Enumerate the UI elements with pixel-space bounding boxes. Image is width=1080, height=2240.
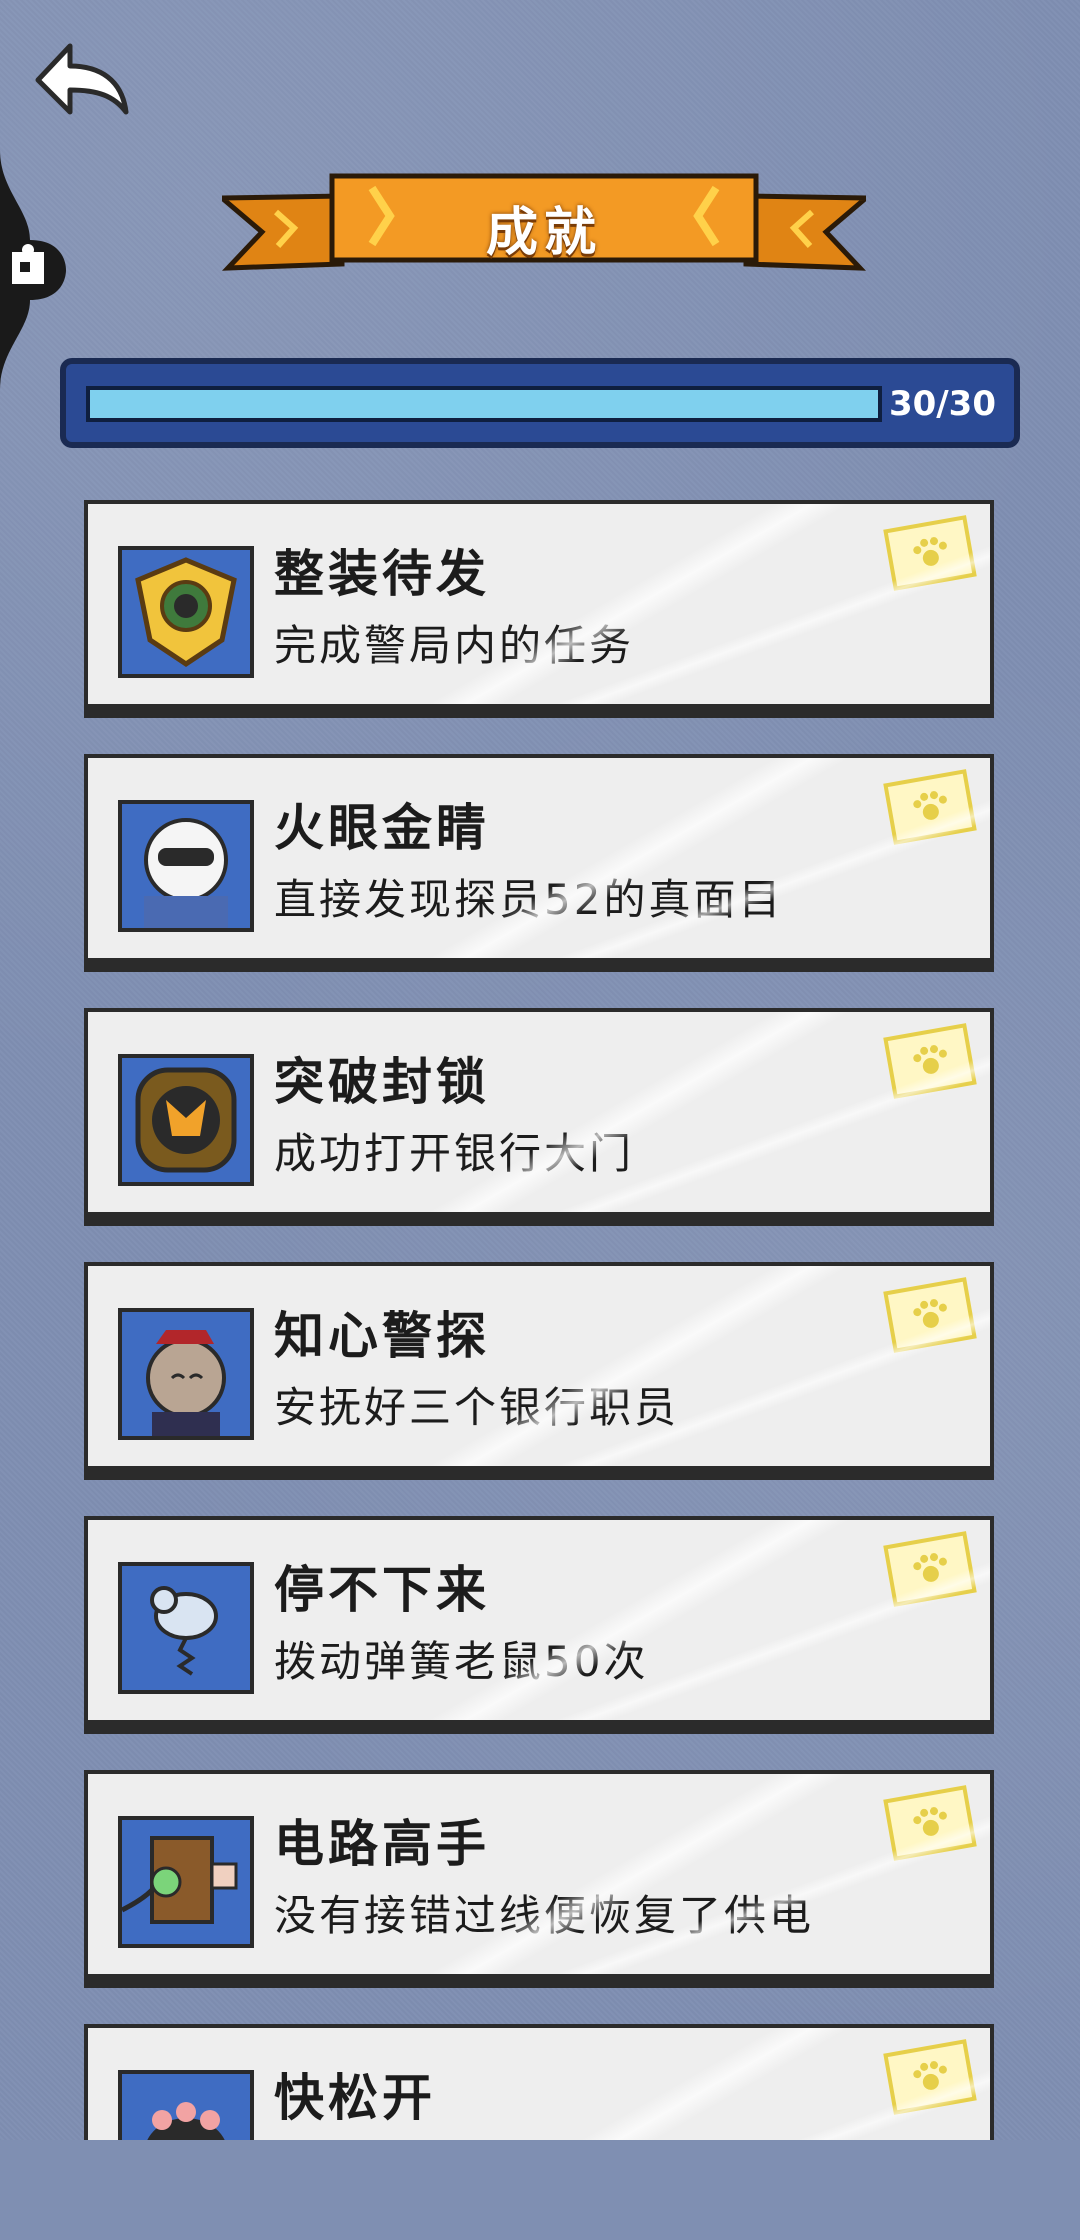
side-puzzle-tab[interactable] xyxy=(0,150,70,390)
reward-ticket-icon xyxy=(883,1531,977,1607)
achievement-title: 整装待发 xyxy=(274,545,490,603)
reward-ticket-icon xyxy=(883,2039,977,2115)
achievement-card[interactable]: 快松开 xyxy=(84,2024,994,2140)
paw-icon xyxy=(913,2061,947,2090)
achievement-title: 快松开 xyxy=(274,2069,436,2127)
achievement-description: 没有接错过线便恢复了供电 xyxy=(274,1891,815,1940)
achievement-card[interactable]: 突破封锁 成功打开银行大门 xyxy=(84,1008,994,1216)
sunglasses-officer-icon xyxy=(118,800,254,932)
achievement-description: 安抚好三个银行职员 xyxy=(274,1383,680,1432)
achievement-progress-bar: 30/30 xyxy=(60,358,1020,448)
title-ribbon: 成就 xyxy=(222,168,866,286)
reward-ticket-icon xyxy=(883,769,977,845)
achievement-card[interactable]: 停不下来 拨动弹簧老鼠50次 xyxy=(84,1516,994,1724)
bank-door-icon xyxy=(118,1054,254,1186)
achievement-title: 停不下来 xyxy=(274,1561,490,1619)
spring-mouse-icon xyxy=(118,1562,254,1694)
paw-icon xyxy=(913,1807,947,1836)
achievement-title: 火眼金睛 xyxy=(274,799,490,857)
paw-icon xyxy=(913,791,947,820)
cat-clerk-icon xyxy=(118,1308,254,1440)
achievement-card[interactable]: 知心警探 安抚好三个银行职员 xyxy=(84,1262,994,1470)
achievement-description: 拨动弹簧老鼠50次 xyxy=(274,1637,649,1686)
achievement-description: 成功打开银行大门 xyxy=(274,1129,635,1178)
police-badge-icon xyxy=(118,546,254,678)
progress-track xyxy=(86,386,882,422)
cat-paw-icon xyxy=(118,2070,254,2140)
back-arrow-icon[interactable] xyxy=(30,32,134,136)
achievement-list[interactable]: 整装待发 完成警局内的任务 火眼金睛 直接发现探员52的真面目 突破封锁 成功打… xyxy=(0,500,1080,2140)
achievement-description: 直接发现探员52的真面目 xyxy=(274,875,784,924)
paw-icon xyxy=(913,537,947,566)
achievement-description: 完成警局内的任务 xyxy=(274,621,635,670)
page-title: 成就 xyxy=(485,202,602,263)
achievement-card[interactable]: 整装待发 完成警局内的任务 xyxy=(84,500,994,708)
achievement-title: 电路高手 xyxy=(274,1815,490,1873)
progress-count: 30/30 xyxy=(888,384,996,424)
paw-icon xyxy=(913,1045,947,1074)
progress-fill xyxy=(90,390,878,418)
achievement-title: 知心警探 xyxy=(274,1307,490,1365)
power-box-icon xyxy=(118,1816,254,1948)
achievement-card[interactable]: 电路高手 没有接错过线便恢复了供电 xyxy=(84,1770,994,1978)
reward-ticket-icon xyxy=(883,1277,977,1353)
paw-icon xyxy=(913,1299,947,1328)
reward-ticket-icon xyxy=(883,1785,977,1861)
achievement-title: 突破封锁 xyxy=(274,1053,490,1111)
achievement-card[interactable]: 火眼金睛 直接发现探员52的真面目 xyxy=(84,754,994,962)
reward-ticket-icon xyxy=(883,515,977,591)
reward-ticket-icon xyxy=(883,1023,977,1099)
paw-icon xyxy=(913,1553,947,1582)
bottom-fade xyxy=(0,2140,1080,2240)
